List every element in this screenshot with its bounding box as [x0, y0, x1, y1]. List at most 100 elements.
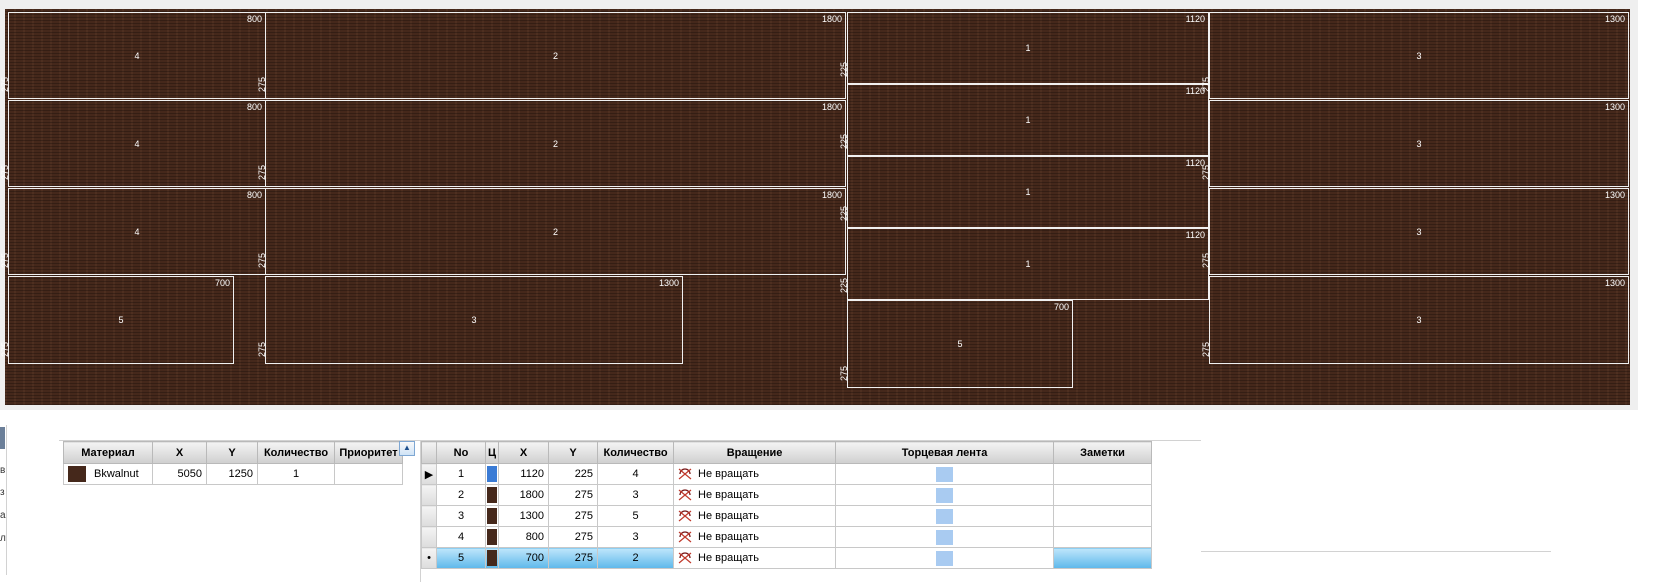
col-header-edge-tape[interactable]: Торцевая лента — [835, 441, 1055, 464]
col-header-priority[interactable]: Приоритет — [334, 441, 403, 464]
col-header-qty[interactable]: Количество — [257, 441, 335, 464]
no-cell[interactable]: 5 — [436, 547, 486, 569]
parts-table: No Ц X Y Количество Вращение Торцевая ле… — [421, 441, 1153, 569]
part-piece[interactable]: 1120 1 225 — [839, 84, 1209, 156]
table-row[interactable]: 4 800 275 3 Не вращать — [421, 526, 1153, 548]
no-cell[interactable]: 2 — [436, 484, 486, 506]
stub-char: л — [0, 533, 6, 544]
rotation-label: Не вращать — [698, 509, 759, 522]
rotation-label: Не вращать — [698, 551, 759, 564]
part-piece[interactable]: 1120 1 225 — [839, 12, 1209, 84]
table-row[interactable]: Bkwalnut 5050 1250 1 — [63, 463, 403, 485]
no-rotate-icon — [678, 531, 692, 543]
part-piece[interactable]: 1300 3 275 — [1201, 188, 1629, 275]
piece-id: 2 — [552, 50, 559, 61]
edge-tape-cell[interactable] — [835, 484, 1055, 506]
part-piece[interactable]: 800 4 275 — [0, 12, 266, 99]
col-header-no[interactable]: No — [436, 441, 486, 464]
col-header-qty[interactable]: Количество — [597, 441, 675, 464]
x-cell[interactable]: 1300 — [498, 505, 550, 527]
part-piece[interactable]: 700 5 275 — [0, 276, 234, 364]
piece-width: 1300 — [658, 278, 679, 288]
rotation-cell[interactable]: Не вращать — [673, 547, 837, 569]
no-rotate-icon — [678, 552, 692, 564]
piece-id: 1 — [1025, 259, 1031, 269]
qty-cell[interactable]: 2 — [597, 547, 675, 569]
color-cell[interactable] — [484, 484, 500, 506]
qty-cell[interactable]: 4 — [597, 463, 675, 485]
notes-cell[interactable] — [1053, 463, 1153, 485]
col-header-x[interactable]: X — [498, 441, 550, 464]
table-row[interactable]: 3 1300 275 5 Не вращать — [421, 505, 1153, 527]
notes-cell[interactable] — [1053, 505, 1153, 527]
edge-tape-cell[interactable] — [835, 526, 1055, 548]
part-piece[interactable]: 1800 2 275 — [257, 12, 846, 99]
x-cell[interactable]: 700 — [498, 547, 550, 569]
piece-width: 1120 — [1185, 14, 1205, 24]
part-piece[interactable]: 1300 3 275 — [1201, 12, 1629, 99]
piece-width: 1300 — [1604, 278, 1625, 288]
table-row-selected[interactable]: • 5 700 275 2 Не вращать — [421, 547, 1153, 569]
x-cell[interactable]: 800 — [498, 526, 550, 548]
qty-cell[interactable]: 1 — [257, 463, 335, 485]
notes-cell[interactable] — [1053, 484, 1153, 506]
y-cell[interactable]: 225 — [548, 463, 599, 485]
notes-cell[interactable] — [1053, 547, 1153, 569]
chevron-up-icon[interactable]: ▲ — [399, 441, 415, 456]
part-piece[interactable]: 800 4 275 — [0, 188, 266, 275]
table-row[interactable]: ▶ 1 1120 225 4 Не вращать — [421, 463, 1153, 485]
col-header-y[interactable]: Y — [548, 441, 599, 464]
rotation-cell[interactable]: Не вращать — [673, 484, 837, 506]
material-cell[interactable]: Bkwalnut — [63, 463, 153, 485]
part-piece[interactable]: 1300 3 275 — [1201, 276, 1629, 364]
y-cell[interactable]: 275 — [548, 484, 599, 506]
col-header-color[interactable]: Ц — [484, 441, 500, 464]
col-header-notes[interactable]: Заметки — [1053, 441, 1153, 464]
y-cell[interactable]: 275 — [548, 547, 599, 569]
piece-id: 3 — [1416, 138, 1422, 149]
rotation-cell[interactable]: Не вращать — [673, 505, 837, 527]
edge-tape-cell[interactable] — [835, 505, 1055, 527]
table-row[interactable]: 2 1800 275 3 Не вращать — [421, 484, 1153, 506]
col-header-x[interactable]: X — [152, 441, 207, 464]
col-header-y[interactable]: Y — [206, 441, 258, 464]
part-piece[interactable]: 1800 2 275 — [257, 100, 846, 187]
piece-id: 2 — [552, 138, 559, 149]
piece-width: 800 — [246, 14, 262, 24]
y-cell[interactable]: 275 — [548, 505, 599, 527]
color-cell[interactable] — [484, 463, 500, 485]
part-piece[interactable]: 1120 1 225 — [839, 228, 1209, 300]
part-piece[interactable]: 1800 2 275 — [257, 188, 846, 275]
color-cell[interactable] — [484, 505, 500, 527]
qty-cell[interactable]: 5 — [597, 505, 675, 527]
no-cell[interactable]: 1 — [436, 463, 486, 485]
part-piece[interactable]: 800 4 275 — [0, 100, 266, 187]
notes-cell[interactable] — [1053, 526, 1153, 548]
part-piece[interactable]: 1300 3 275 — [257, 276, 683, 364]
no-cell[interactable]: 3 — [436, 505, 486, 527]
col-header-rotation[interactable]: Вращение — [673, 441, 837, 464]
piece-id: 4 — [134, 226, 140, 237]
qty-cell[interactable]: 3 — [597, 526, 675, 548]
col-header-material[interactable]: Материал — [63, 441, 153, 464]
no-cell[interactable]: 4 — [436, 526, 486, 548]
x-cell[interactable]: 1120 — [498, 463, 550, 485]
part-piece[interactable]: 700 5 275 — [839, 300, 1073, 388]
rotation-cell[interactable]: Не вращать — [673, 526, 837, 548]
y-cell[interactable]: 275 — [548, 526, 599, 548]
color-cell[interactable] — [484, 547, 500, 569]
edge-tape-cell[interactable] — [835, 547, 1055, 569]
x-cell[interactable]: 1800 — [498, 484, 550, 506]
edge-tape-cell[interactable] — [835, 463, 1055, 485]
piece-id: 3 — [1416, 315, 1422, 325]
piece-id: 3 — [1416, 226, 1422, 237]
part-piece[interactable]: 1300 3 275 — [1201, 100, 1629, 187]
priority-cell[interactable] — [334, 463, 403, 485]
edge-tape-swatch — [936, 487, 954, 503]
color-cell[interactable] — [484, 526, 500, 548]
y-cell[interactable]: 1250 — [206, 463, 258, 485]
rotation-cell[interactable]: Не вращать — [673, 463, 837, 485]
x-cell[interactable]: 5050 — [152, 463, 207, 485]
part-piece[interactable]: 1120 1 225 — [839, 156, 1209, 228]
qty-cell[interactable]: 3 — [597, 484, 675, 506]
